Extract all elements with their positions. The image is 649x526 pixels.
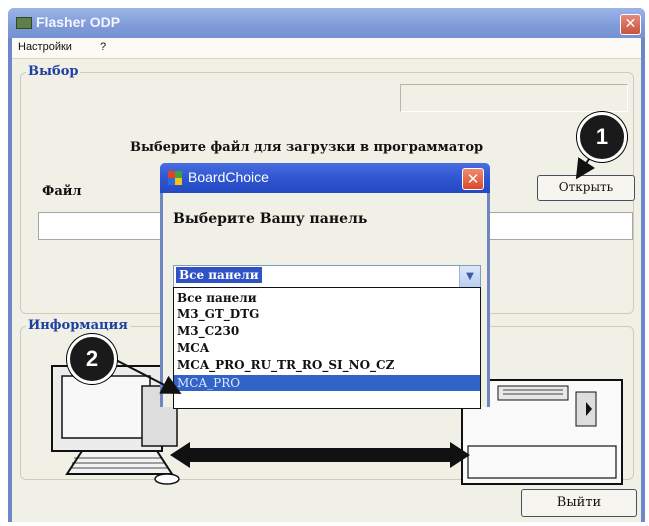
callout-arrows <box>111 144 599 394</box>
callout-1: 1 <box>577 112 627 162</box>
callout-2: 2 <box>67 334 117 384</box>
